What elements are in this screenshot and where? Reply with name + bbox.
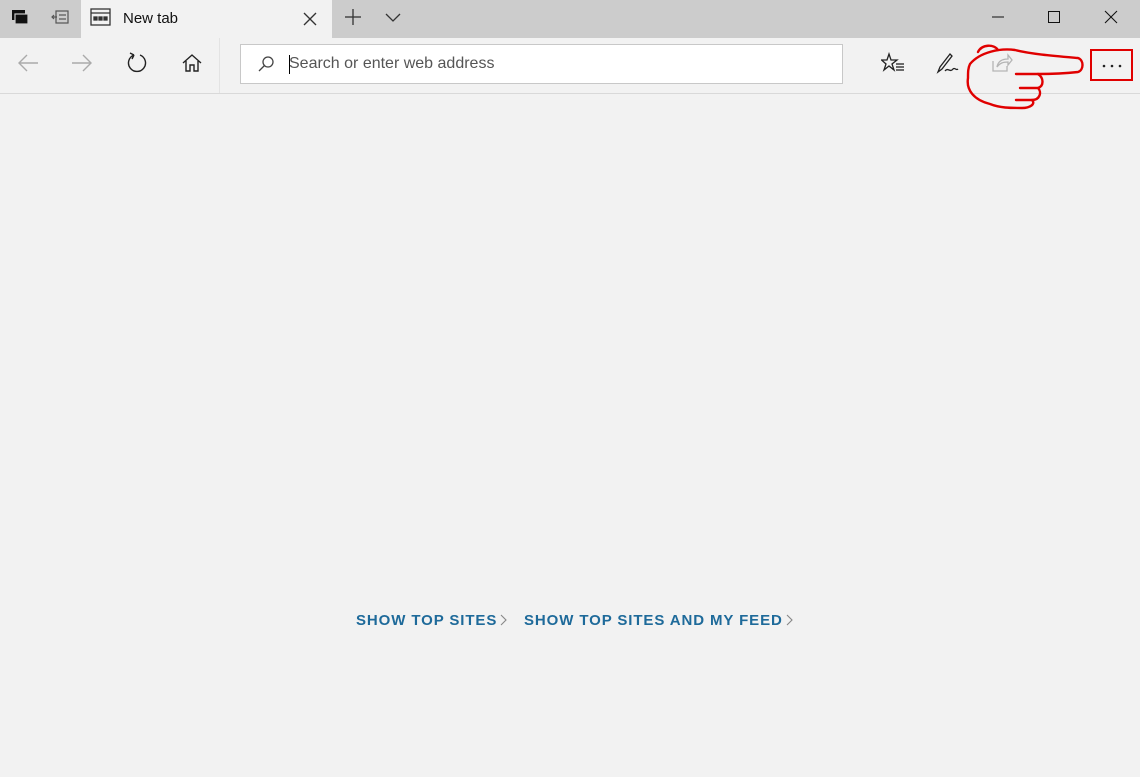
favorites-icon <box>879 51 905 79</box>
forward-button[interactable] <box>55 38 109 93</box>
plus-icon <box>343 7 363 32</box>
tab-title: New tab <box>123 10 179 27</box>
chevron-down-icon <box>384 10 402 28</box>
show-top-sites-and-feed-label: SHOW TOP SITES AND MY FEED <box>524 612 783 629</box>
set-aside-tabs-icon <box>51 9 69 29</box>
new-tab-page-icon <box>90 7 112 32</box>
show-top-sites-label: SHOW TOP SITES <box>356 612 498 629</box>
forward-arrow-icon <box>71 54 93 77</box>
show-top-sites-link[interactable]: SHOW TOP SITES <box>356 612 508 630</box>
home-icon <box>181 53 203 78</box>
home-button[interactable] <box>165 38 220 93</box>
tab-close-button[interactable] <box>300 9 320 34</box>
close-icon <box>303 12 317 26</box>
new-tab-button[interactable] <box>334 0 372 38</box>
refresh-button[interactable] <box>110 38 164 93</box>
more-icon <box>1101 56 1123 74</box>
tabs-icon <box>11 9 29 30</box>
refresh-icon <box>126 52 148 79</box>
maximize-icon <box>1048 10 1060 28</box>
maximize-button[interactable] <box>1026 0 1082 38</box>
tab-manager-button[interactable] <box>0 0 40 38</box>
set-aside-tabs-button[interactable] <box>40 0 80 38</box>
close-icon <box>1104 10 1118 29</box>
back-button[interactable] <box>1 38 55 93</box>
address-bar[interactable] <box>240 44 843 84</box>
search-input[interactable] <box>289 45 829 83</box>
title-bar: New tab <box>0 0 1140 38</box>
chevron-right-icon <box>786 613 793 630</box>
chevron-right-icon <box>500 613 508 630</box>
search-icon <box>257 55 275 78</box>
text-cursor <box>289 55 290 74</box>
back-arrow-icon <box>17 54 39 77</box>
show-top-sites-and-feed-link[interactable]: SHOW TOP SITES AND MY FEED <box>524 612 793 630</box>
window-close-button[interactable] <box>1082 0 1140 38</box>
minimize-button[interactable] <box>970 0 1026 38</box>
settings-and-more-button[interactable] <box>1090 49 1133 81</box>
tab-new-tab[interactable]: New tab <box>81 0 332 38</box>
favorites-button[interactable] <box>866 38 920 93</box>
new-tab-options: SHOW TOP SITES SHOW TOP SITES AND MY FEE… <box>0 612 1140 634</box>
tab-preview-button[interactable] <box>374 0 412 38</box>
pen-icon <box>935 52 959 79</box>
pointing-hand-annotation-icon <box>960 42 1085 117</box>
minimize-icon <box>992 10 1004 28</box>
